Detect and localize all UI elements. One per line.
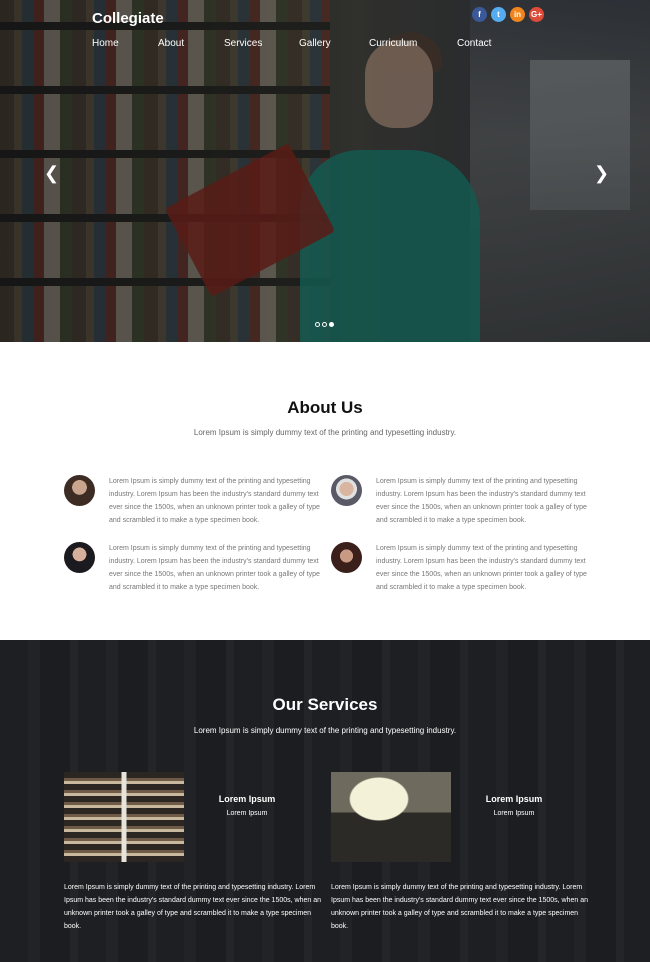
nav-gallery[interactable]: Gallery [299,38,331,49]
nav-curriculum[interactable]: Curriculum [369,38,417,49]
person-text: Lorem Ipsum is simply dummy text of the … [376,478,587,524]
services-section: Our Services Lorem Ipsum is simply dummy… [0,640,650,962]
about-title: About Us [287,398,363,417]
facebook-icon[interactable]: f [472,7,487,22]
avatar [331,542,362,573]
service-name: Lorem Ipsum [485,794,543,804]
chevron-left-icon[interactable]: ❮ [44,164,59,182]
hero-slider: Collegiate f t in G+ Home About Services… [0,0,650,342]
person-text: Lorem Ipsum is simply dummy text of the … [376,545,587,591]
service-description: Lorem Ipsum is simply dummy text of the … [331,884,588,930]
chevron-right-icon[interactable]: ❯ [594,164,609,182]
slider-dot-active[interactable] [329,322,334,327]
linkedin-icon[interactable]: in [510,7,525,22]
person-card: Lorem Ipsum is simply dummy text of the … [64,542,324,592]
services-title: Our Services [272,695,378,714]
google-plus-icon[interactable]: G+ [529,7,544,22]
twitter-icon[interactable]: t [491,7,506,22]
avatar [331,475,362,506]
social-links: f t in G+ [472,7,544,22]
main-nav: Home About Services Gallery Curriculum C… [0,38,650,52]
person-card: Lorem Ipsum is simply dummy text of the … [331,542,591,592]
person-text: Lorem Ipsum is simply dummy text of the … [109,478,320,524]
service-description: Lorem Ipsum is simply dummy text of the … [64,884,321,930]
about-subtitle: Lorem Ipsum is simply dummy text of the … [193,428,457,437]
service-sub: Lorem Ipsum [493,810,535,817]
service-sub: Lorem Ipsum [226,810,268,817]
person-text: Lorem Ipsum is simply dummy text of the … [109,545,320,591]
nav-contact[interactable]: Contact [457,38,491,49]
site-logo[interactable]: Collegiate [92,10,164,27]
about-section: About Us Lorem Ipsum is simply dummy tex… [0,342,650,640]
person-card: Lorem Ipsum is simply dummy text of the … [331,475,591,525]
nav-home[interactable]: Home [92,38,119,49]
slider-dots [315,322,334,327]
avatar [64,475,95,506]
services-subtitle: Lorem Ipsum is simply dummy text of the … [193,726,457,735]
nav-services[interactable]: Services [224,38,262,49]
service-image-library[interactable] [64,772,184,862]
service-image-classroom[interactable] [331,772,451,862]
person-card: Lorem Ipsum is simply dummy text of the … [64,475,324,525]
slider-dot[interactable] [322,322,327,327]
avatar [64,542,95,573]
slider-dot[interactable] [315,322,320,327]
nav-about[interactable]: About [158,38,184,49]
service-name: Lorem Ipsum [218,794,276,804]
